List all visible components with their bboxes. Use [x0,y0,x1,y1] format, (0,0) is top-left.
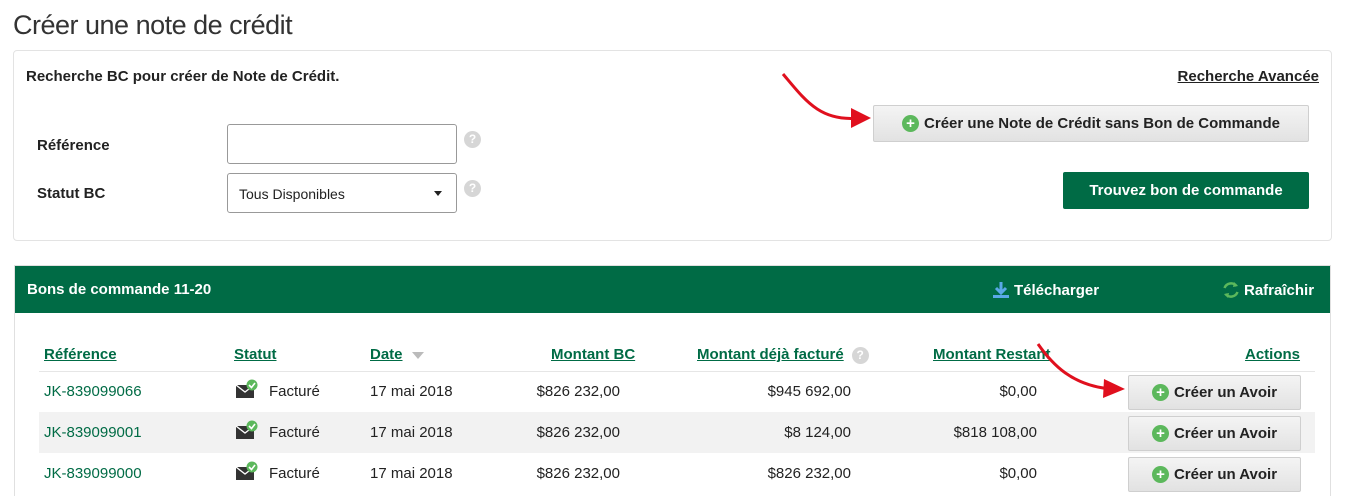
column-reference[interactable]: Référence [44,346,117,363]
download-button[interactable]: Télécharger [992,281,1099,299]
row-date: 17 mai 2018 [370,424,453,441]
row-remaining-amount: $0,00 [999,465,1037,482]
refresh-icon [1223,282,1239,298]
table-row: JK-839099001 Facturé 17 mai 2018 $826 23… [39,412,1315,453]
plus-circle-icon: + [902,115,920,132]
create-credit-button[interactable]: + Créer un Avoir [1128,375,1301,410]
plus-circle-icon: + [1151,384,1169,401]
status-select-value: Tous Disponibles [239,186,345,202]
status-label: Statut BC [37,185,106,202]
table-row: JK-839099000 Facturé 17 mai 2018 $826 23… [39,453,1315,494]
create-credit-note-without-po-button[interactable]: + Créer une Note de Crédit sans Bon de C… [873,105,1309,142]
row-date: 17 mai 2018 [370,383,453,400]
invoiced-envelope-icon [236,461,258,480]
status-help-icon[interactable]: ? [464,180,481,197]
create-credit-note-without-po-label: Créer une Note de Crédit sans Bon de Com… [924,115,1280,132]
create-credit-button[interactable]: + Créer un Avoir [1128,457,1301,492]
refresh-button[interactable]: Rafraîchir [1222,281,1314,299]
column-invoiced-amount[interactable]: Montant déjà facturé? [697,346,869,364]
orders-title: Bons de commande 11-20 [27,281,212,298]
row-status: Facturé [269,383,320,400]
row-reference-link[interactable]: JK-839099000 [44,465,142,482]
row-invoiced-amount: $945 692,00 [767,383,851,400]
download-icon [993,282,1009,298]
search-heading: Recherche BC pour créer de Note de Crédi… [26,68,340,85]
invoiced-envelope-icon [236,420,258,439]
reference-label: Référence [37,137,110,154]
create-credit-label: Créer un Avoir [1173,384,1278,401]
row-status: Facturé [269,424,320,441]
find-po-button[interactable]: Trouvez bon de commande [1063,172,1309,209]
column-actions[interactable]: Actions [1245,346,1300,363]
create-credit-button[interactable]: + Créer un Avoir [1128,416,1301,451]
invoiced-envelope-icon [236,379,258,398]
create-credit-label: Créer un Avoir [1173,466,1278,483]
row-po-amount: $826 232,00 [536,424,620,441]
plus-circle-icon: + [1151,466,1169,483]
create-credit-label: Créer un Avoir [1173,425,1278,442]
status-select[interactable]: Tous Disponibles [227,173,457,213]
reference-input[interactable] [227,124,457,164]
row-date: 17 mai 2018 [370,465,453,482]
reference-help-icon[interactable]: ? [464,131,481,148]
row-invoiced-amount: $826 232,00 [767,465,851,482]
plus-circle-icon: + [1151,425,1169,442]
row-po-amount: $826 232,00 [536,383,620,400]
red-arrow-icon [781,73,871,128]
refresh-label: Rafraîchir [1244,281,1315,299]
row-invoiced-amount: $8 124,00 [784,424,851,441]
column-po-amount[interactable]: Montant BC [551,346,635,363]
page-title: Créer une note de crédit [13,10,293,40]
search-panel: Recherche BC pour créer de Note de Crédi… [13,50,1332,241]
invoiced-help-icon[interactable]: ? [851,346,869,364]
red-arrow-icon [1036,343,1125,398]
download-label: Télécharger [1014,281,1100,299]
row-po-amount: $826 232,00 [536,465,620,482]
column-date[interactable]: Date [370,346,424,363]
row-reference-link[interactable]: JK-839099066 [44,383,142,400]
column-invoiced-amount-label: Montant déjà facturé [697,346,844,363]
chevron-down-icon [434,191,442,196]
sort-desc-icon [411,351,424,359]
advanced-search-link[interactable]: Recherche Avancée [1178,68,1319,85]
column-date-label: Date [370,346,403,363]
orders-header: Bons de commande 11-20 Télécharger Rafra… [15,266,1330,313]
row-status: Facturé [269,465,320,482]
row-remaining-amount: $818 108,00 [953,424,1037,441]
orders-panel: Bons de commande 11-20 Télécharger Rafra… [14,265,1331,496]
column-status[interactable]: Statut [234,346,277,363]
row-reference-link[interactable]: JK-839099001 [44,424,142,441]
